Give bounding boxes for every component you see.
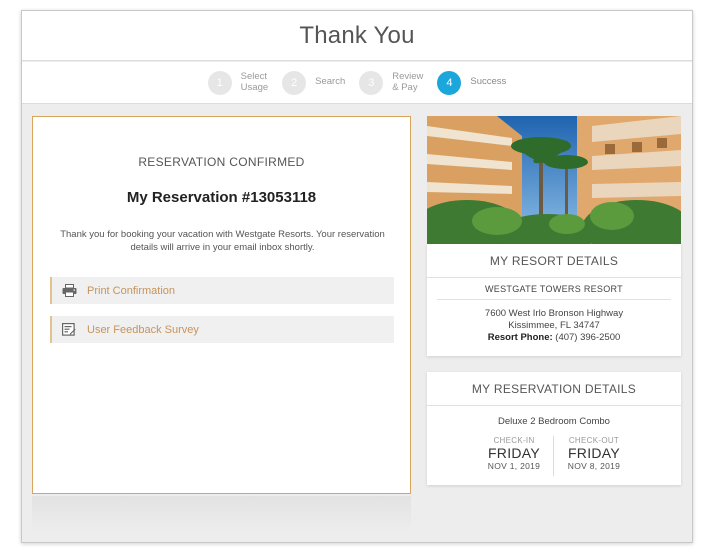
resort-photo — [427, 116, 681, 244]
resort-name: WESTGATE TOWERS RESORT — [437, 278, 671, 300]
print-confirmation-label: Print Confirmation — [87, 284, 176, 297]
page-frame: Thank You 1 Select Usage 2 Search 3 Revi… — [21, 10, 693, 543]
check-out-label: CHECK-OUT — [568, 436, 620, 445]
page-title: Thank You — [299, 21, 415, 49]
stay-dates: CHECK-IN FRIDAY NOV 1, 2019 CHECK-OUT FR… — [427, 436, 681, 476]
reservation-confirmed-card: RESERVATION CONFIRMED My Reservation #13… — [32, 116, 411, 494]
step-number: 3 — [359, 70, 384, 95]
check-in-day: FRIDAY — [487, 445, 541, 461]
address-line1: 7600 West Irlo Bronson Highway — [484, 308, 624, 319]
header: Thank You — [22, 11, 692, 61]
confirmation-heading: RESERVATION CONFIRMED — [138, 155, 305, 169]
step-select-usage[interactable]: 1 Select Usage — [207, 70, 269, 95]
progress-steps: 1 Select Usage 2 Search 3 Review & Pay 4… — [22, 62, 692, 104]
step-number-active: 4 — [437, 70, 462, 95]
check-out-day: FRIDAY — [567, 445, 621, 461]
step-success: 4 Success — [437, 70, 507, 95]
resort-address: 7600 West Irlo Bronson Highway Kissimmee… — [427, 308, 681, 344]
step-number: 1 — [207, 70, 232, 95]
check-out-date: NOV 8, 2019 — [567, 461, 621, 471]
confirmation-message: Thank you for booking your vacation with… — [60, 229, 385, 253]
printer-icon — [61, 284, 77, 298]
step-label: Review & Pay — [392, 71, 424, 93]
print-confirmation-button[interactable]: Print Confirmation — [50, 277, 394, 304]
step-label: Select Usage — [240, 71, 269, 93]
check-in-label: CHECK-IN — [493, 436, 535, 445]
step-review-pay[interactable]: 3 Review & Pay — [359, 70, 424, 95]
resort-details-heading: MY RESORT DETAILS — [427, 244, 681, 278]
phone-number[interactable]: (407) 396-2500 — [555, 332, 620, 343]
reservation-details-heading: MY RESERVATION DETAILS — [427, 372, 681, 406]
user-feedback-survey-button[interactable]: User Feedback Survey — [50, 316, 394, 343]
step-label: Search — [315, 76, 346, 88]
reservation-details-card: MY RESERVATION DETAILS Deluxe 2 Bedroom … — [427, 372, 681, 485]
step-search[interactable]: 2 Search — [282, 70, 346, 95]
step-number: 2 — [282, 70, 307, 95]
phone-label: Resort Phone: — [487, 332, 553, 343]
room-type: Deluxe 2 Bedroom Combo — [498, 416, 610, 427]
check-in-date: NOV 1, 2019 — [487, 461, 541, 471]
resort-phone: Resort Phone: (407) 396-2500 — [427, 332, 681, 344]
check-out: CHECK-OUT FRIDAY NOV 8, 2019 — [549, 436, 639, 471]
user-feedback-survey-label: User Feedback Survey — [87, 323, 199, 336]
reservation-number-title: My Reservation #13053118 — [126, 189, 317, 206]
address-line2: Kissimmee, FL 34747 — [508, 320, 600, 331]
check-in: CHECK-IN FRIDAY NOV 1, 2019 — [469, 436, 559, 471]
survey-icon — [61, 323, 77, 337]
resort-details-card: MY RESORT DETAILS WESTGATE TOWERS RESORT… — [427, 244, 681, 356]
step-label-active: Success — [470, 76, 507, 88]
card-shadow — [32, 496, 411, 532]
